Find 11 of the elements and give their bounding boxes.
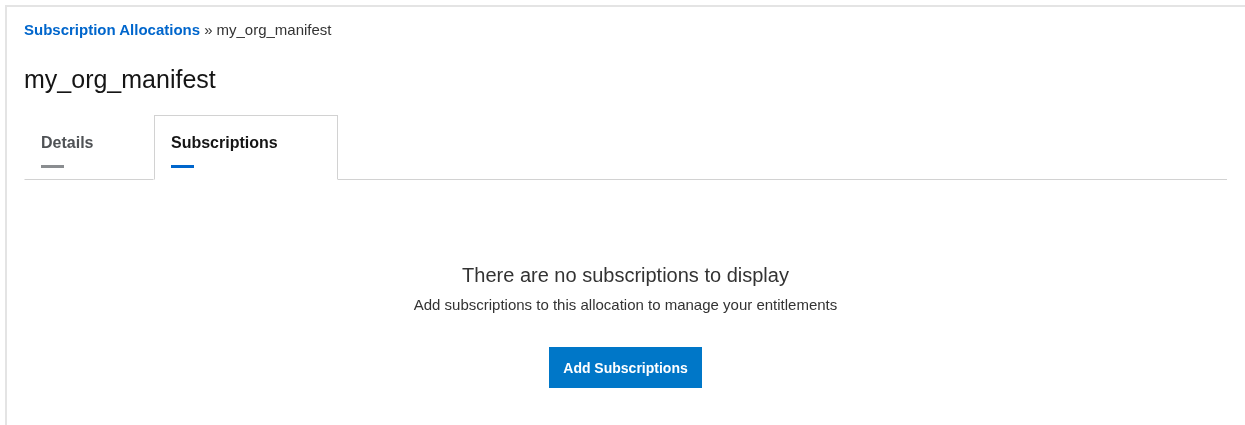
tab-label[interactable]: Details xyxy=(41,134,94,151)
tab-label[interactable]: Subscriptions xyxy=(171,134,278,151)
tab[interactable]: Details xyxy=(24,115,154,180)
tab[interactable]: Subscriptions xyxy=(154,115,338,180)
empty-state-heading: There are no subscriptions to display xyxy=(462,264,789,287)
breadcrumb-separator: » xyxy=(204,21,213,38)
breadcrumb-current: my_org_manifest xyxy=(216,21,332,38)
add-subscriptions-button[interactable]: Add Subscriptions xyxy=(549,347,702,388)
breadcrumb-link[interactable]: Subscription Allocations xyxy=(24,21,201,38)
empty-state-message: Add subscriptions to this allocation to manage your entitlements xyxy=(413,296,838,313)
page-title: my_org_manifest xyxy=(24,65,217,95)
